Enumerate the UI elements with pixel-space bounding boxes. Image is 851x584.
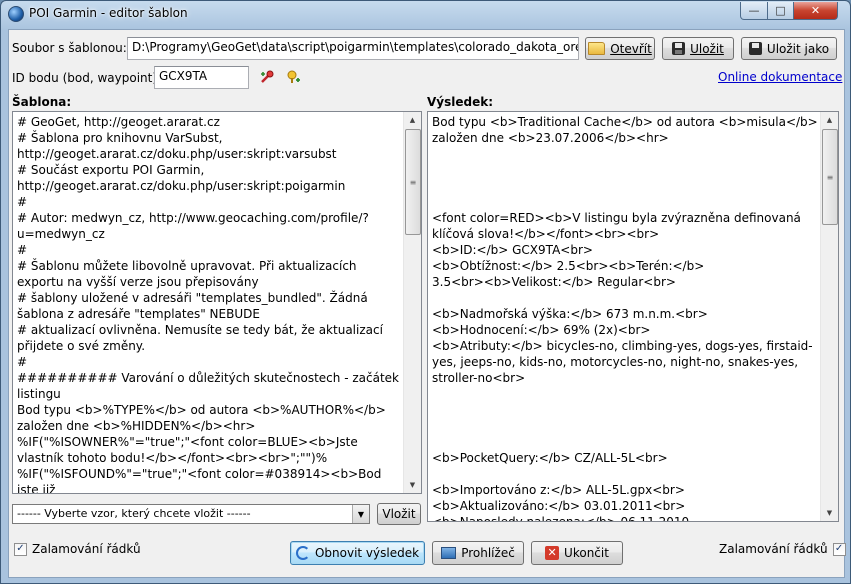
template-scrollbar[interactable]: ▲ ≡ ▼ (403, 112, 421, 493)
result-heading: Výsledek: (427, 95, 494, 109)
open-button[interactable]: Otevřít (585, 37, 655, 60)
close-x-icon: ✕ (545, 546, 560, 560)
template-editor[interactable]: # GeoGet, http://geoget.ararat.cz # Šabl… (12, 111, 422, 494)
floppy-disk-icon (672, 42, 686, 55)
close-window-button[interactable]: ✕ (793, 2, 838, 20)
pick-waypoint-icon[interactable] (260, 70, 274, 84)
result-wrap-checkbox[interactable]: Zalamování řádků ✓ (719, 542, 846, 556)
template-file-path-input[interactable]: D:\Programy\GeoGet\data\script\poigarmin… (127, 37, 579, 60)
window-title: POI Garmin - editor šablon (29, 6, 188, 20)
scroll-down-arrow-icon[interactable]: ▼ (822, 505, 837, 521)
open-button-label: Otevřít (610, 41, 652, 56)
scroll-down-arrow-icon[interactable]: ▼ (405, 477, 420, 493)
floppy-disk-save-as-icon (748, 42, 762, 55)
waypoint-id-label: ID bodu (bod, waypoint) (12, 71, 158, 85)
result-preview[interactable]: Bod typu <b>Traditional Cache</b> od aut… (427, 111, 839, 522)
refresh-icon (295, 546, 310, 560)
browser-button-label: Prohlížeč (461, 546, 515, 560)
refresh-result-label: Obnovit výsledek (314, 546, 420, 560)
save-as-button[interactable]: Uložit jako (741, 37, 837, 60)
insert-pattern-selected: ------ Vyberte vzor, který chcete vložit… (17, 507, 251, 520)
app-window: POI Garmin - editor šablon — □ ✕ Soubor … (0, 0, 851, 584)
template-heading: Šablona: (12, 95, 72, 109)
browser-window-icon (441, 547, 457, 559)
template-wrap-checkbox[interactable]: ✓ Zalamování řádků (14, 542, 141, 556)
save-as-button-label: Uložit jako (766, 41, 830, 56)
result-preview-text: Bod typu <b>Traditional Cache</b> od aut… (432, 115, 818, 522)
insert-pattern-select[interactable]: ------ Vyberte vzor, který chcete vložit… (12, 504, 370, 524)
waypoint-id-input[interactable]: GCX9TA (154, 66, 249, 89)
save-button-label: Uložit (690, 41, 724, 56)
maximize-button[interactable]: □ (767, 2, 794, 20)
result-wrap-label: Zalamování řádků (719, 542, 828, 556)
scroll-thumb[interactable]: ≡ (822, 129, 838, 225)
folder-icon (588, 42, 606, 55)
save-button[interactable]: Uložit (662, 37, 734, 60)
insert-button[interactable]: Vložit (377, 503, 421, 525)
scroll-up-arrow-icon[interactable]: ▲ (822, 112, 837, 128)
checkbox-check-icon[interactable]: ✓ (832, 542, 846, 556)
quit-button-label: Ukončit (564, 546, 609, 560)
globe-app-icon (8, 6, 24, 22)
online-docs-link[interactable]: Online dokumentace (718, 70, 842, 84)
client-area: Soubor s šablonou: D:\Programy\GeoGet\da… (8, 29, 846, 578)
chevron-down-icon[interactable]: ▼ (352, 505, 369, 523)
insert-button-label: Vložit (382, 507, 416, 521)
template-wrap-label: Zalamování řádků (32, 542, 141, 556)
template-file-label: Soubor s šablonou: (12, 41, 127, 55)
scroll-up-arrow-icon[interactable]: ▲ (405, 112, 420, 128)
title-bar[interactable]: POI Garmin - editor šablon — □ ✕ (1, 1, 850, 27)
minimize-button[interactable]: — (740, 2, 768, 20)
checkbox-check-icon[interactable]: ✓ (14, 542, 27, 556)
refresh-result-button[interactable]: Obnovit výsledek (290, 541, 425, 565)
scroll-thumb[interactable]: ≡ (405, 129, 421, 235)
result-scrollbar[interactable]: ▲ ≡ ▼ (820, 112, 838, 521)
template-editor-text: # GeoGet, http://geoget.ararat.cz # Šabl… (17, 115, 399, 494)
browser-button[interactable]: Prohlížeč (432, 541, 524, 565)
add-waypoint-icon[interactable] (287, 70, 301, 84)
quit-button[interactable]: ✕ Ukončit (531, 541, 623, 565)
